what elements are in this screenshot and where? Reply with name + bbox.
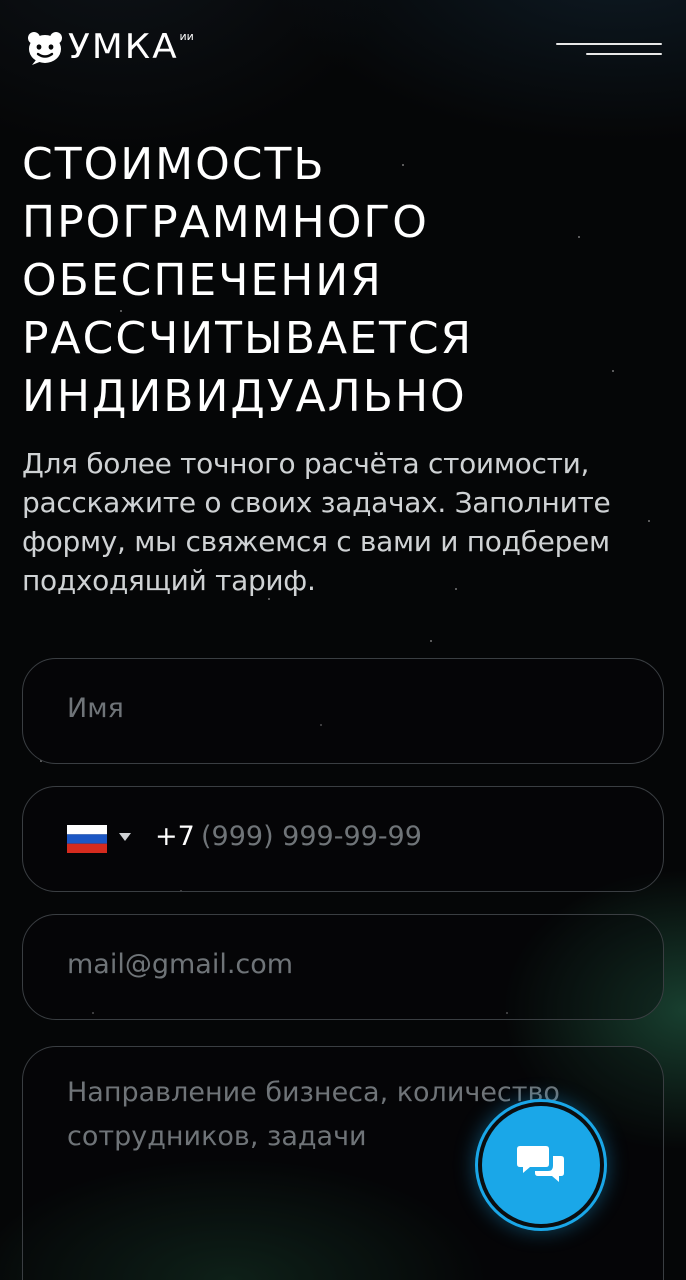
phone-country-code: +7 [155, 821, 195, 852]
site-header: УМКА ии [0, 0, 686, 100]
title-line: РАССЧИТЫВАЕТСЯ [22, 313, 474, 364]
lead-text: Для более точного расчёта стоимости, рас… [22, 447, 611, 597]
title-line: ПРОГРАММНОГО [22, 197, 429, 248]
chat-button[interactable] [482, 1106, 600, 1224]
email-field-wrapper [22, 914, 664, 1020]
title-line: ИНДИВИДУАЛЬНО [22, 371, 467, 422]
russia-flag-icon[interactable] [67, 825, 107, 853]
name-field-wrapper [22, 658, 664, 764]
title-line: ОБЕСПЕЧЕНИЯ [22, 255, 383, 306]
chat-bubbles-icon [517, 1146, 564, 1182]
logo[interactable]: УМКА ии [26, 28, 194, 66]
page-title: СТОИМОСТЬ ПРОГРАММНОГО ОБЕСПЕЧЕНИЯ РАССЧ… [22, 136, 662, 426]
phone-input[interactable] [201, 821, 631, 852]
title-line: СТОИМОСТЬ [22, 139, 326, 190]
brand-superscript: ии [179, 30, 194, 43]
bear-logo-icon [28, 32, 62, 65]
email-input[interactable] [67, 949, 627, 980]
name-input[interactable] [67, 693, 627, 724]
phone-field-wrapper: +7 [22, 786, 664, 892]
brand-name: УМКА [68, 27, 179, 67]
country-dropdown-caret-icon[interactable] [119, 833, 131, 841]
menu-button[interactable] [552, 38, 666, 62]
